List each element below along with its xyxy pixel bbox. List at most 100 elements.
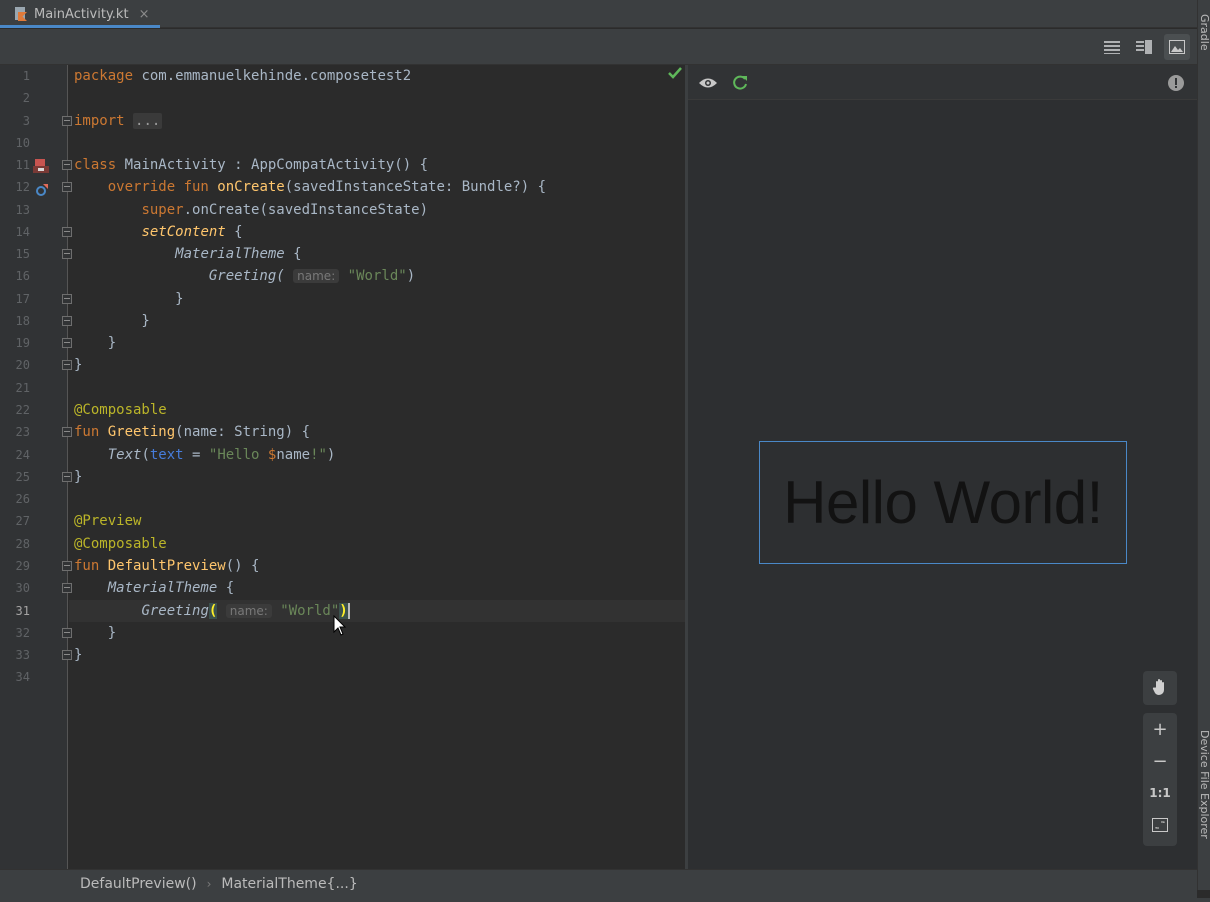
line-number: 14 [15, 225, 30, 239]
code-token: Greeting( [208, 268, 285, 284]
code-token: ( [141, 447, 150, 463]
code-token: package [74, 68, 134, 84]
mouse-cursor-icon [333, 614, 347, 637]
code-line-23: fun Greeting(name: String) { [74, 421, 684, 443]
gutter-override-icon[interactable] [36, 181, 48, 200]
warning-icon[interactable] [1165, 72, 1187, 94]
fold-marker[interactable] [62, 182, 72, 192]
preview-toolbar [688, 65, 1197, 100]
line-number: 32 [15, 626, 30, 640]
gutter-run-icon[interactable] [33, 158, 49, 177]
code-token: DefaultPreview [107, 558, 226, 574]
code-token: Greeting [107, 424, 176, 440]
code-token: name [276, 447, 311, 463]
line-number: 18 [15, 314, 30, 328]
code-token: !" [310, 447, 327, 463]
code-line-13: super.onCreate(savedInstanceState) [74, 199, 684, 221]
fold-marker[interactable] [62, 160, 72, 170]
code-token: MainActivity : AppCompatActivity() { [116, 157, 429, 173]
line-number: 33 [15, 648, 30, 662]
active-tab-indicator [0, 25, 160, 28]
fold-marker[interactable] [62, 360, 72, 370]
editor-tab-bar: MainActivity.kt × [0, 0, 1197, 28]
line-number: 26 [15, 492, 30, 506]
line-number: 13 [15, 203, 30, 217]
fold-marker[interactable] [62, 249, 72, 259]
code-token: import [74, 113, 125, 129]
code-token: () { [225, 558, 260, 574]
actual-size-icon[interactable]: 1:1 [1143, 777, 1177, 809]
code-line-33: } [74, 647, 83, 663]
refresh-icon[interactable] [729, 72, 751, 94]
breadcrumb: DefaultPreview() › MaterialTheme{...} [0, 869, 1197, 898]
fold-marker[interactable] [62, 116, 72, 126]
zoom-in-icon[interactable]: + [1143, 713, 1177, 745]
fold-marker[interactable] [62, 427, 72, 437]
kotlin-file-icon [14, 7, 28, 21]
line-number: 10 [15, 136, 30, 150]
code-token: @Composable [74, 402, 167, 418]
line-number: 30 [15, 581, 30, 595]
code-token: (name: String) { [175, 424, 311, 440]
zoom-out-icon[interactable]: − [1143, 745, 1177, 777]
text-caret [347, 603, 350, 619]
breadcrumb-separator: › [206, 877, 212, 891]
fold-marker[interactable] [62, 294, 72, 304]
line-number: 11 [15, 158, 30, 172]
line-number: 23 [15, 425, 30, 439]
code-token: "World" [347, 268, 407, 284]
code-line-17: } [74, 291, 184, 307]
fold-marker[interactable] [62, 338, 72, 348]
code-token: onCreate [217, 179, 285, 195]
image-view-icon[interactable] [1164, 34, 1190, 60]
gradle-tool-button[interactable]: Gradle [1198, 14, 1210, 51]
code-line-28: @Composable [74, 533, 684, 555]
code-editor[interactable]: 1 2 3 10 11 12 13 14 15 16 17 18 19 20 2… [0, 65, 685, 869]
code-token: com.emmanuelkehinde.composetest2 [133, 68, 412, 84]
code-token: = [183, 447, 209, 463]
pan-hand-icon[interactable] [1143, 671, 1177, 703]
fold-marker[interactable] [62, 583, 72, 593]
line-number: 29 [15, 559, 30, 573]
fold-marker[interactable] [62, 472, 72, 482]
preview-hello-text: Hello World! [783, 469, 1103, 536]
code-token: "Hello [208, 447, 268, 463]
code-line-12: override fun onCreate(savedInstanceState… [74, 176, 684, 198]
line-number: 20 [15, 358, 30, 372]
parameter-hint: name: [293, 269, 340, 283]
breadcrumb-item-defaultpreview[interactable]: DefaultPreview() [80, 876, 197, 892]
line-number: 15 [15, 247, 30, 261]
fit-screen-icon[interactable] [1143, 809, 1177, 841]
folded-imports[interactable]: ... [133, 113, 163, 129]
fold-marker[interactable] [62, 650, 72, 660]
code-token: ) [406, 268, 416, 284]
tab-main-activity[interactable]: MainActivity.kt × [0, 0, 160, 28]
code-line-31: Greeting( name: "World") [69, 600, 685, 622]
breadcrumb-item-materialtheme[interactable]: MaterialTheme{...} [221, 876, 357, 892]
line-number: 25 [15, 470, 30, 484]
compose-preview-pane[interactable]: Hello World! + − 1:1 [688, 65, 1197, 869]
window-bottom-edge [0, 898, 1210, 902]
fold-marker[interactable] [62, 227, 72, 237]
list-view-icon[interactable] [1099, 34, 1125, 60]
close-icon[interactable]: × [139, 7, 150, 22]
parameter-hint: name: [225, 604, 272, 618]
eye-icon[interactable] [697, 72, 719, 94]
line-number: 19 [15, 336, 30, 350]
split-view-icon[interactable] [1131, 34, 1157, 60]
code-token: MaterialTheme [107, 580, 218, 596]
code-token: setContent [141, 224, 226, 240]
fold-marker[interactable] [62, 316, 72, 326]
line-number-current: 31 [15, 604, 30, 618]
device-file-explorer-tool-button[interactable]: Device File Explorer [1198, 730, 1210, 839]
code-line-30: MaterialTheme { [74, 577, 684, 599]
preview-render-frame[interactable]: Hello World! [759, 441, 1127, 564]
code-line-18: } [74, 313, 150, 329]
fold-marker[interactable] [62, 628, 72, 638]
fold-marker[interactable] [62, 561, 72, 571]
line-number: 28 [15, 537, 30, 551]
code-line-16: Greeting( name: "World") [74, 265, 684, 287]
